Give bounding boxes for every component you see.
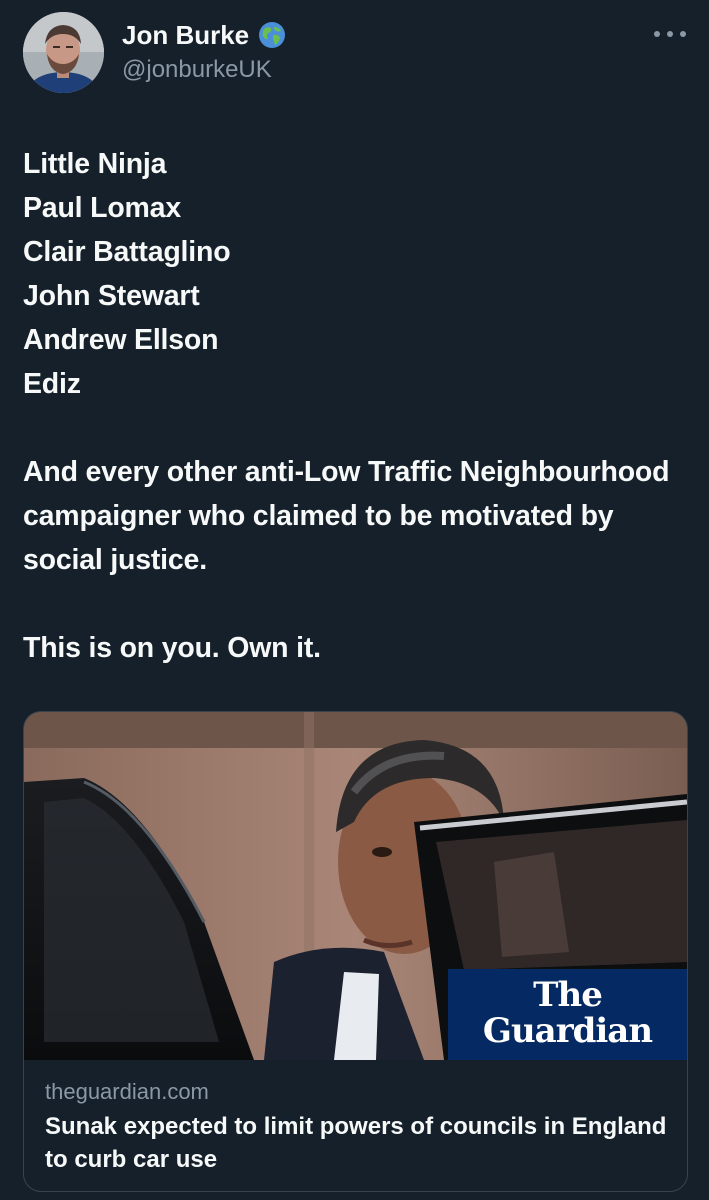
name-list-item: Ediz xyxy=(23,368,81,400)
author-handle[interactable]: @jonburkeUK xyxy=(122,56,272,84)
name-list: Little Ninja Paul Lomax Clair Battaglino… xyxy=(23,142,683,406)
name-list-item: Andrew Ellson xyxy=(23,324,219,356)
guardian-logo: The Guardian xyxy=(448,969,687,1060)
name-list-item: John Stewart xyxy=(23,280,200,312)
author-name-row[interactable]: Jon Burke xyxy=(122,20,287,50)
avatar[interactable] xyxy=(23,12,104,93)
tweet-paragraph: And every other anti-Low Traffic Neighbo… xyxy=(23,456,670,576)
more-options-button[interactable] xyxy=(654,22,686,46)
tweet-text: Little Ninja Paul Lomax Clair Battaglino… xyxy=(23,142,683,670)
name-list-item: Little Ninja xyxy=(23,148,167,180)
name-list-item: Clair Battaglino xyxy=(23,236,231,268)
globe-icon xyxy=(257,20,287,50)
dot-icon xyxy=(667,31,673,37)
author-display-name[interactable]: Jon Burke xyxy=(122,20,249,50)
dot-icon xyxy=(654,31,660,37)
link-domain: theguardian.com xyxy=(45,1079,209,1104)
avatar-image xyxy=(23,12,104,93)
logo-text: Guardian xyxy=(482,1011,653,1051)
link-preview-card[interactable]: The Guardian theguardian.com Sunak expec… xyxy=(23,711,688,1192)
name-list-item: Paul Lomax xyxy=(23,192,181,224)
link-preview-image[interactable]: The Guardian xyxy=(24,712,687,1060)
tweet: Jon Burke @jonburkeUK Little Ninja Paul … xyxy=(0,0,709,1200)
tweet-paragraph: This is on you. Own it. xyxy=(23,632,321,664)
link-title[interactable]: Sunak expected to limit powers of counci… xyxy=(45,1110,675,1176)
dot-icon xyxy=(680,31,686,37)
logo-text: The xyxy=(533,975,603,1015)
